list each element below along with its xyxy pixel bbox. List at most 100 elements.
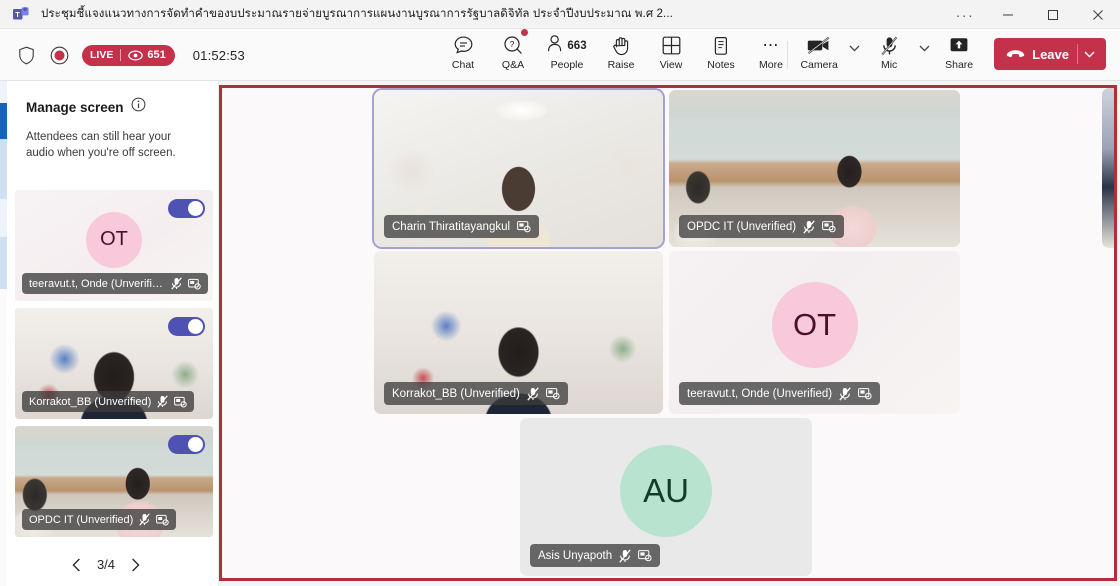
- leave-button[interactable]: Leave: [994, 38, 1106, 70]
- info-icon[interactable]: [131, 97, 146, 117]
- record-icon[interactable]: [48, 44, 70, 66]
- thumbnail-toggle[interactable]: [168, 435, 205, 454]
- video-tile-partial[interactable]: [1102, 88, 1114, 248]
- panel-header: Manage screen: [26, 97, 218, 117]
- video-spotlight-icon: [545, 387, 560, 400]
- raise-hand-button[interactable]: Raise: [596, 29, 646, 81]
- participant-name-badge: Asis Unyapoth: [530, 544, 661, 567]
- camera-options-chevron-down-icon[interactable]: [844, 29, 864, 81]
- notes-button[interactable]: Notes: [696, 29, 746, 81]
- mic-off-icon: [803, 219, 815, 234]
- people-button[interactable]: 663 People: [538, 29, 596, 81]
- mic-off-icon: [171, 277, 182, 290]
- avatar: OT: [86, 211, 142, 268]
- toggle-knob: [188, 201, 203, 216]
- app-rail: [0, 81, 7, 586]
- camera-off-icon: [807, 34, 831, 57]
- toolbar-right-actions: Camera Mic Share Leave: [781, 29, 1106, 81]
- mic-button[interactable]: Mic: [864, 29, 914, 81]
- qa-label: Q&A: [501, 59, 525, 71]
- view-label: View: [659, 59, 683, 71]
- minimize-icon[interactable]: [985, 0, 1030, 29]
- mic-off-icon: [527, 386, 539, 401]
- chat-button[interactable]: Chat: [438, 29, 488, 81]
- rail-segment: [0, 139, 7, 199]
- notes-label: Notes: [707, 59, 735, 71]
- panel-title: Manage screen: [26, 99, 124, 115]
- participant-name: Korrakot_BB (Unverified): [29, 395, 152, 408]
- mic-off-icon: [139, 513, 151, 526]
- rail-segment: [0, 289, 7, 586]
- people-icon: [547, 34, 564, 58]
- live-separator: [120, 49, 122, 61]
- video-tile-active-speaker[interactable]: Charin Thiratitayangkul: [374, 90, 663, 247]
- view-button[interactable]: View: [646, 29, 696, 81]
- participant-name-badge: teeravut.t, Onde (Unverified): [22, 273, 208, 294]
- qa-button[interactable]: ? Q&A: [488, 29, 538, 81]
- chevron-left-icon[interactable]: [72, 558, 81, 572]
- more-icon: ⋯: [762, 36, 780, 54]
- video-spotlight-icon: [858, 387, 872, 400]
- thumbnail-toggle[interactable]: [168, 317, 205, 336]
- participant-name: teeravut.t, Onde (Unverified): [29, 277, 165, 290]
- toggle-knob: [188, 437, 203, 452]
- share-screen-icon: [949, 34, 969, 57]
- video-spotlight-icon: [822, 220, 836, 233]
- video-spotlight-icon: [156, 514, 170, 526]
- participant-name-badge: Korrakot_BB (Unverified): [22, 391, 195, 412]
- raise-label: Raise: [607, 59, 635, 71]
- leave-label: Leave: [1032, 46, 1069, 62]
- camera-label: Camera: [800, 59, 838, 71]
- meeting-status-group: LIVE 651 01:52:53: [14, 29, 245, 81]
- video-stage: Charin Thiratitayangkul OPDC IT (Unverif…: [222, 88, 1114, 578]
- rail-segment: [0, 237, 7, 289]
- shield-icon[interactable]: [14, 43, 38, 67]
- chevron-right-icon[interactable]: [131, 558, 140, 572]
- camera-button[interactable]: Camera: [794, 29, 844, 81]
- participant-name: Charin Thiratitayangkul: [392, 220, 511, 233]
- avatar: AU: [620, 445, 712, 537]
- toolbar-center-actions: Chat ? Q&A 663 People Raise View Notes ⋯…: [438, 29, 796, 81]
- rail-segment: [0, 81, 7, 103]
- chat-icon: [453, 34, 474, 57]
- window-more-button[interactable]: ···: [945, 0, 985, 29]
- live-badge: LIVE 651: [82, 44, 175, 66]
- video-spotlight-icon: [638, 549, 652, 562]
- video-spotlight-icon: [174, 396, 187, 408]
- participant-name: Asis Unyapoth: [538, 549, 613, 562]
- participant-video: [1102, 88, 1114, 248]
- window-controls: ···: [945, 0, 1120, 29]
- share-button[interactable]: Share: [934, 29, 984, 81]
- maximize-icon[interactable]: [1030, 0, 1075, 29]
- toggle-knob: [188, 319, 203, 334]
- raise-hand-icon: [612, 34, 631, 57]
- mic-off-icon: [619, 548, 631, 563]
- mic-off-icon: [839, 386, 851, 401]
- eye-icon: [128, 49, 144, 61]
- more-label: More: [759, 59, 783, 71]
- notes-icon: [712, 34, 731, 57]
- mic-off-icon: [157, 395, 169, 408]
- people-icon-row: 663: [547, 34, 587, 58]
- manage-screen-panel: Manage screen Attendees can still hear y…: [7, 81, 219, 586]
- video-spotlight-icon: [517, 220, 531, 233]
- list-item[interactable]: OT teeravut.t, Onde (Unverified): [15, 190, 213, 301]
- video-tile[interactable]: OPDC IT (Unverified): [669, 90, 960, 247]
- close-icon[interactable]: [1075, 0, 1120, 29]
- participant-name: OPDC IT (Unverified): [687, 220, 797, 233]
- video-tile[interactable]: AU Asis Unyapoth: [520, 418, 812, 576]
- qa-icon: ?: [503, 34, 524, 57]
- thumbnail-toggle[interactable]: [168, 199, 205, 218]
- leave-options-chevron-down-icon[interactable]: [1078, 51, 1100, 58]
- window-title-bar: T ประชุมชี้แจงแนวทางการจัดทำคำของบประมาณ…: [0, 0, 1120, 29]
- list-item[interactable]: OPDC IT (Unverified): [15, 426, 213, 537]
- mic-options-chevron-down-icon[interactable]: [914, 29, 934, 81]
- video-tile[interactable]: Korrakot_BB (Unverified): [374, 251, 663, 414]
- hangup-icon: [1006, 48, 1025, 61]
- participant-name: Korrakot_BB (Unverified): [392, 387, 520, 400]
- participant-name-badge: OPDC IT (Unverified): [679, 215, 845, 238]
- people-label: People: [550, 59, 584, 71]
- list-item[interactable]: Korrakot_BB (Unverified): [15, 308, 213, 419]
- svg-text:T: T: [15, 10, 20, 19]
- video-tile[interactable]: OT teeravut.t, Onde (Unverified): [669, 251, 960, 414]
